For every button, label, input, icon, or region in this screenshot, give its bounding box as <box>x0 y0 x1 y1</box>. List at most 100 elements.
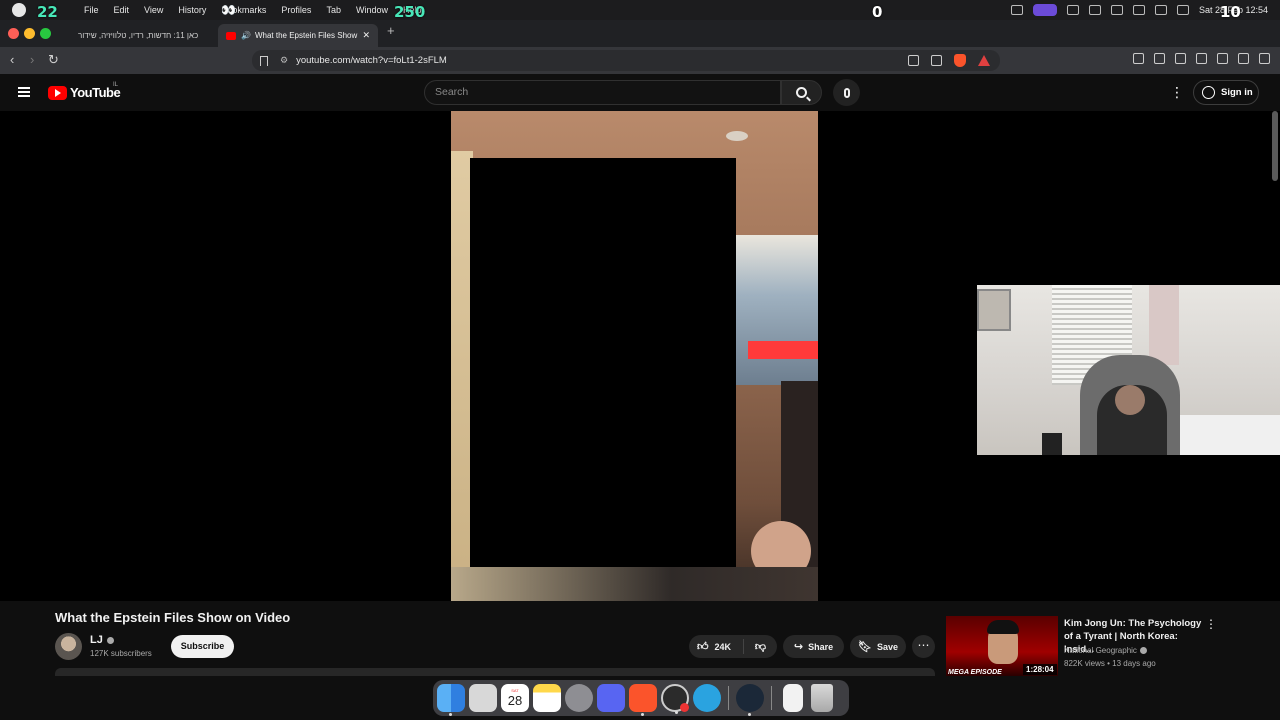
webcam-overlay <box>977 285 1280 455</box>
brave-rewards-icon[interactable] <box>978 55 990 66</box>
video-frame <box>451 111 818 601</box>
more-actions-icon[interactable]: ⋯ <box>912 635 935 658</box>
tab-youtube[interactable]: 🔊 What the Epstein Files Show ✕ <box>218 24 378 47</box>
recommendation-channel[interactable]: National Geographic <box>1064 646 1147 655</box>
menu-edit[interactable]: Edit <box>114 5 130 15</box>
menu-view[interactable]: View <box>144 5 163 15</box>
recommendation-menu-icon[interactable]: ⋮ <box>1205 617 1217 631</box>
settings-kebab-icon[interactable]: ⋮ <box>1170 85 1184 99</box>
brave-browser-icon[interactable] <box>629 684 657 716</box>
language-icon[interactable] <box>1088 5 1101 15</box>
leo-ai-icon[interactable] <box>1217 53 1228 64</box>
channel-name[interactable]: LJ <box>90 634 114 646</box>
search-input[interactable]: Search <box>424 80 781 105</box>
search-button[interactable] <box>781 80 822 105</box>
vpn-icon[interactable] <box>1238 53 1249 64</box>
launchpad-icon[interactable] <box>469 684 497 712</box>
cast-icon[interactable] <box>908 55 919 66</box>
subscriber-count: 127K subscribers <box>90 649 152 658</box>
app-status-icon[interactable] <box>1032 4 1057 16</box>
new-tab-button[interactable]: + <box>387 23 395 38</box>
like-count: 24K <box>714 641 732 652</box>
wallet-icon[interactable] <box>1196 53 1207 64</box>
thumbs-up-icon: 👍︎ <box>697 641 709 653</box>
url-text[interactable]: youtube.com/watch?v=foLt1-2sFLM <box>296 55 908 66</box>
search-icon <box>796 87 807 98</box>
reload-icon[interactable]: ↻ <box>48 52 59 68</box>
verified-icon <box>106 636 114 644</box>
tab-title: כאן 11: חדשות, רדיו, טלוויזיה, שידור <box>78 31 199 40</box>
screenshot-icon[interactable] <box>1133 53 1144 64</box>
share-icon: ↪ <box>793 641 804 653</box>
thumbnail-label: MEGA EPISODE <box>948 669 1002 676</box>
channel-avatar[interactable] <box>55 633 82 660</box>
sign-in-button[interactable]: Sign in <box>1193 80 1259 105</box>
browser-tabbar: כאן 11: חדשות, רדיו, טלוויזיה, שידור 🔊 W… <box>0 20 1280 47</box>
bookmark-icon[interactable] <box>260 55 268 66</box>
close-window-button[interactable] <box>8 28 19 39</box>
page-scrollbar[interactable] <box>1272 111 1278 181</box>
share-button[interactable]: ↪ Share <box>783 635 844 658</box>
discord-icon[interactable] <box>597 684 625 712</box>
system-settings-icon[interactable] <box>565 684 593 712</box>
webcam-content <box>977 289 1011 331</box>
dock-separator <box>771 686 772 710</box>
document-icon[interactable] <box>783 684 803 712</box>
thumbnail-content <box>987 620 1019 634</box>
media-control-icon[interactable] <box>1154 53 1165 64</box>
wifi-icon[interactable] <box>1110 5 1123 15</box>
running-indicator <box>748 713 751 716</box>
notification-icon[interactable] <box>1176 5 1189 15</box>
steam-icon[interactable] <box>736 684 764 716</box>
menu-window[interactable]: Window <box>356 5 388 15</box>
dislike-button[interactable]: 👎︎ <box>744 640 777 653</box>
menu-profiles[interactable]: Profiles <box>281 5 311 15</box>
youtube-logo[interactable]: YouTube <box>48 85 121 100</box>
address-bar[interactable]: ⚙ youtube.com/watch?v=foLt1-2sFLM <box>252 50 1000 71</box>
trash-icon[interactable] <box>811 684 833 712</box>
notes-icon[interactable] <box>533 684 561 712</box>
overlay-counter: 0 <box>872 3 883 21</box>
menu-history[interactable]: History <box>178 5 206 15</box>
like-button[interactable]: 👍︎ 24K <box>689 639 744 654</box>
share-page-icon[interactable] <box>931 55 942 66</box>
video-content <box>736 235 818 385</box>
tab-kan11[interactable]: כאן 11: חדשות, רדיו, טלוויזיה, שידור <box>70 24 216 47</box>
running-indicator <box>449 713 452 716</box>
finder-icon[interactable] <box>437 684 465 716</box>
obs-icon[interactable] <box>661 684 689 714</box>
menu-tab[interactable]: Tab <box>326 5 341 15</box>
save-button[interactable]: 🔖︎ Save <box>850 635 906 658</box>
zoom-window-button[interactable] <box>40 28 51 39</box>
spotlight-icon[interactable] <box>1154 5 1167 15</box>
overlay-counter: 250 <box>394 3 426 21</box>
media-icon[interactable] <box>1066 5 1079 15</box>
youtube-play-icon <box>48 85 67 100</box>
guide-menu-icon[interactable] <box>18 87 30 97</box>
brave-shield-icon[interactable] <box>954 54 966 67</box>
recommendation-meta: 822K views • 13 days ago <box>1064 659 1156 668</box>
audio-playing-icon[interactable]: 🔊 <box>241 31 251 40</box>
overlay-counter: 10 <box>1220 3 1241 21</box>
control-center-icon[interactable] <box>1010 5 1023 15</box>
voice-search-button[interactable] <box>833 79 860 106</box>
overlay-eyes-icon: 👀 <box>221 3 236 17</box>
save-label: Save <box>876 641 898 652</box>
close-tab-icon[interactable]: ✕ <box>362 30 370 41</box>
telegram-icon[interactable] <box>693 684 721 712</box>
menu-icon[interactable] <box>1259 53 1270 64</box>
apple-menu-icon[interactable] <box>12 3 26 17</box>
country-code: IL <box>113 82 119 88</box>
battery-icon[interactable] <box>1132 5 1145 15</box>
site-settings-icon[interactable]: ⚙ <box>280 55 288 66</box>
back-icon[interactable]: ‹ <box>10 52 14 67</box>
channel-name-text: LJ <box>90 634 103 646</box>
menu-file[interactable]: File <box>84 5 99 15</box>
microphone-icon <box>843 87 850 98</box>
sidebar-icon[interactable] <box>1175 53 1186 64</box>
calendar-icon[interactable]: SAT 28 <box>501 684 529 712</box>
minimize-window-button[interactable] <box>24 28 35 39</box>
description-box[interactable] <box>55 668 935 676</box>
subscribe-button[interactable]: Subscribe <box>171 635 234 658</box>
forward-icon[interactable]: › <box>30 52 34 67</box>
